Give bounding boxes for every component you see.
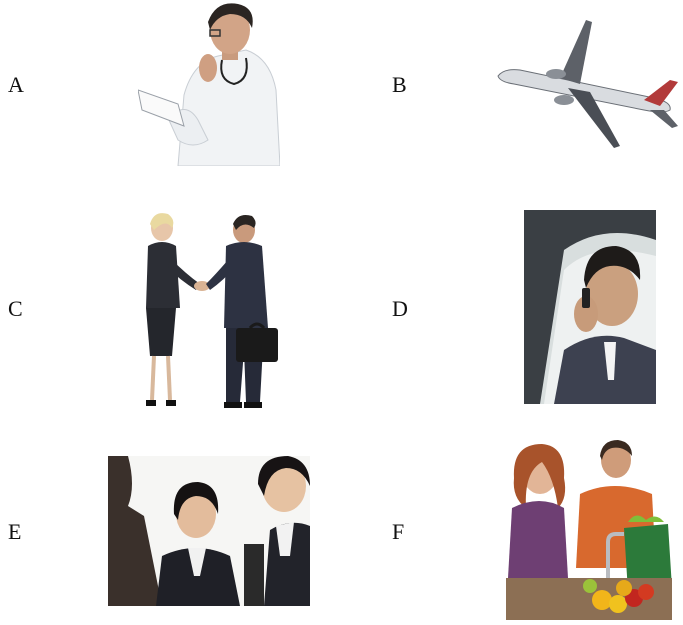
man-phone-in-car-photo — [524, 210, 656, 404]
couple-kitchen-groceries-photo — [506, 438, 672, 620]
option-label-b: B — [392, 72, 407, 97]
business-meeting-photo — [108, 456, 310, 606]
doctor-reading-photo — [138, 0, 280, 166]
option-label-d: D — [392, 296, 408, 321]
option-label-a: A — [8, 72, 24, 97]
business-handshake-photo — [140, 210, 284, 410]
option-label-c: C — [8, 296, 23, 321]
airplane-photo — [494, 18, 683, 150]
option-label-e: E — [8, 519, 22, 544]
option-label-f: F — [392, 519, 405, 544]
